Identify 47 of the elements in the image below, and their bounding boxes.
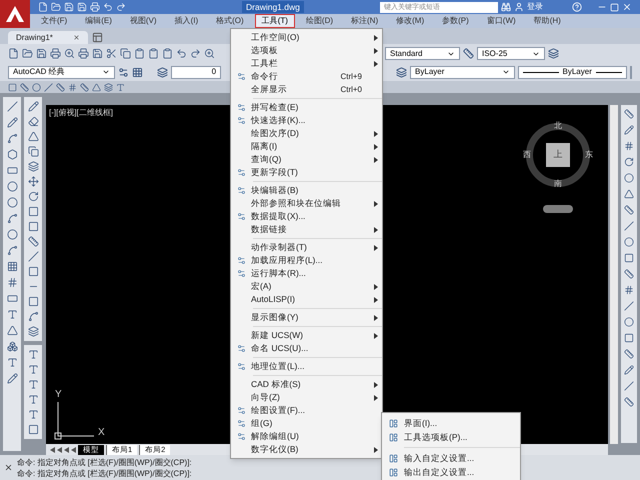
menu-item-label: 工具选项板(P)... <box>404 432 468 442</box>
menu-item-label: 工作空间(O) <box>251 33 300 42</box>
linetype-value: ByLayer <box>562 68 592 76</box>
command-history-line: 命令: 指定对角点或 [栏选(F)/圈围(WP)/圈交(CP)]: <box>17 456 192 468</box>
menu-item-label: 动作录制器(T) <box>251 243 308 252</box>
menu-item-label: 宏(A) <box>251 282 272 291</box>
menu-item-label: 数据链接 <box>251 225 288 234</box>
menu-item-label: 新建 UCS(W) <box>251 331 304 340</box>
window-title: Drawing1.dwg <box>242 1 304 13</box>
x-axis-label: X <box>98 426 105 440</box>
layer-name: 0 <box>212 68 216 76</box>
command-history-line: 命令: 指定对角点或 [栏选(F)/圈围(WP)/圈交(CP)]: <box>17 468 192 478</box>
menu-item-label: 地理位置(L)... <box>251 362 306 371</box>
dropdown-value: ISO-25 <box>482 50 508 58</box>
dropdown-value: ByLayer <box>415 68 444 76</box>
shortcut-text: Ctrl+0 <box>340 86 362 94</box>
menu-item-label: 显示图像(Y) <box>251 313 300 322</box>
menu-item-label: 拼写检查(E) <box>251 103 300 112</box>
menu-item-label: 外部参照和块在位编辑 <box>251 199 342 208</box>
dropdown-value: Standard <box>390 50 422 58</box>
menu-item-label: 选项板 <box>251 46 279 55</box>
shortcut-text: Ctrl+9 <box>340 72 362 80</box>
menu-item-label: AutoLISP(I) <box>251 295 296 304</box>
menu-item-label: 组(G) <box>251 419 274 428</box>
menu-item-label: 命令行 <box>251 72 279 81</box>
menu-item-label: 工具栏 <box>251 59 279 68</box>
y-axis-label: Y <box>55 388 62 402</box>
menu-item-label: 快速选择(K)... <box>251 116 306 125</box>
menu-item-label: 向导(Z) <box>251 393 281 402</box>
menu-item-label: 绘图次序(D) <box>251 129 300 138</box>
menu-item-label: 输入自定义设置... <box>404 454 474 462</box>
menu-item-label: 命名 UCS(U)... <box>251 344 310 353</box>
menu-item-label: 更新字段(T) <box>251 168 299 177</box>
menu-item-label: 全屏显示 <box>251 85 288 94</box>
menu-item-label: 输出自定义设置... <box>404 468 474 476</box>
menu-item-label: 绘图设置(F)... <box>251 406 306 415</box>
menu-item-label: 界面(I)... <box>404 418 438 428</box>
menu-item-label: 解除编组(U) <box>251 432 300 441</box>
menu-item-label: 数据提取(X)... <box>251 212 306 221</box>
menu-item-label: 加载应用程序(L)... <box>251 256 324 265</box>
menu-item-label: CAD 标准(S) <box>251 380 302 389</box>
menu-item-label: 块编辑器(B) <box>251 186 300 195</box>
menu-item-label: 数字化仪(B) <box>251 445 300 454</box>
menu-item-label: 隔离(I) <box>251 142 278 151</box>
dropdown-value: AutoCAD 经典 <box>13 68 65 76</box>
menu-item-label: 运行脚本(R)... <box>251 269 307 278</box>
menu-item-label: 查询(Q) <box>251 155 282 164</box>
